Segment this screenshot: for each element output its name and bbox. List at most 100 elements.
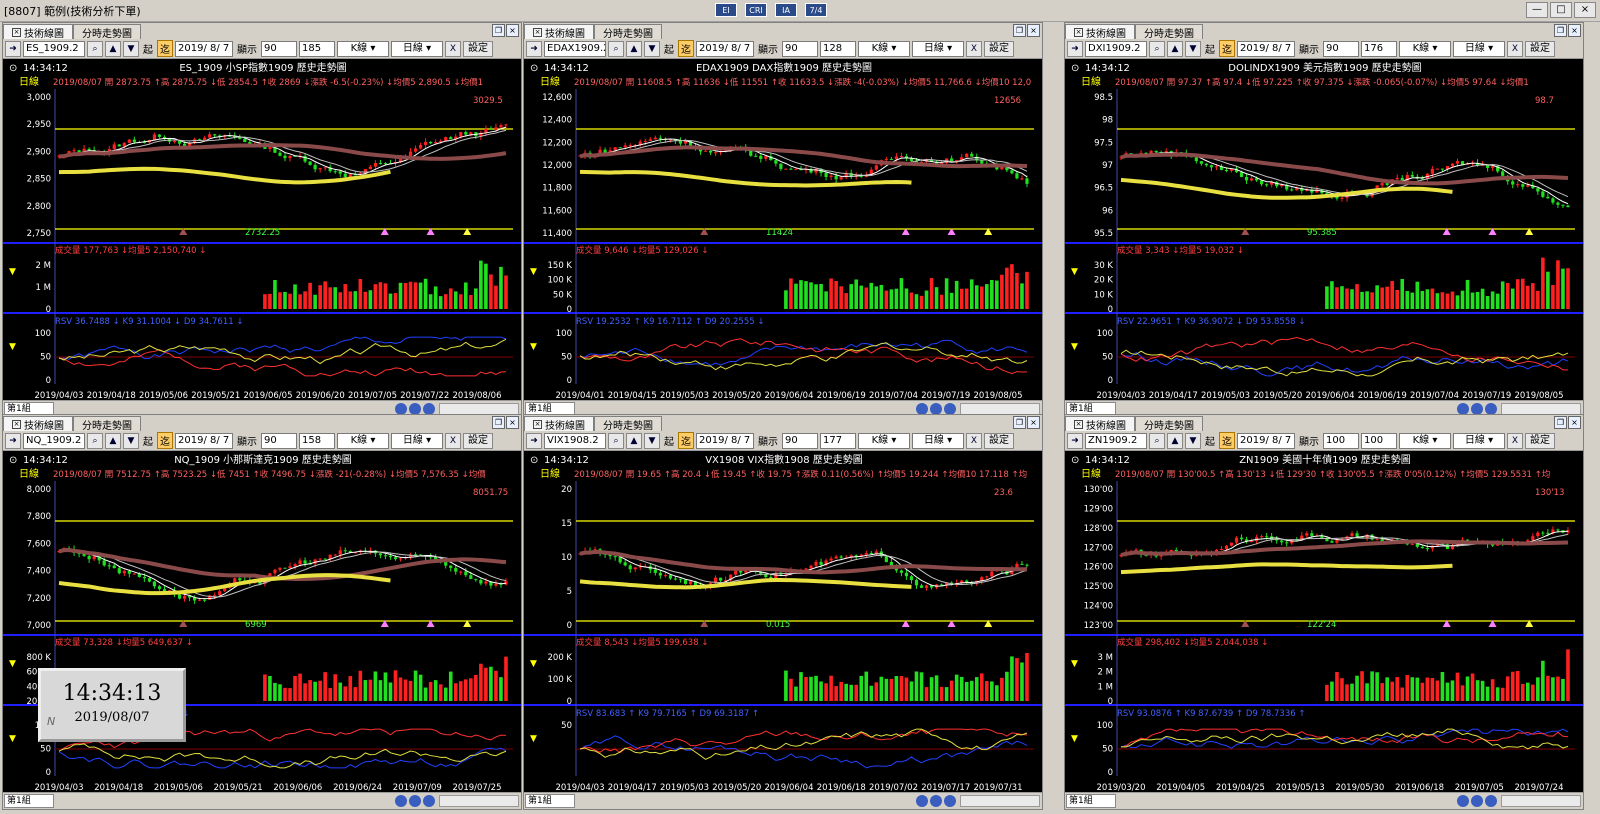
excel-icon[interactable]: X	[1507, 432, 1523, 449]
symbol-field[interactable]: NQ_1909.2	[23, 432, 85, 449]
close-button[interactable]: ×	[1574, 2, 1596, 18]
mini-button-4[interactable]: 7/4	[805, 3, 827, 17]
technical-chart[interactable]: 14:34:12 VX1908 VIX指數1908 歷史走勢圖日線 2019/08/…	[524, 451, 1043, 794]
compare-label[interactable]: 迄	[1219, 40, 1235, 57]
date-field[interactable]: 2019/ 8/ 7	[1237, 40, 1295, 57]
arrow-right-icon[interactable]: ➜	[1067, 432, 1083, 449]
tab-technical[interactable]: × 技術線圖	[3, 416, 73, 432]
close-icon[interactable]: ×	[1568, 416, 1581, 429]
count-field-b[interactable]: 185	[299, 40, 335, 57]
close-icon[interactable]: ×	[506, 416, 519, 429]
search-icon[interactable]: ⌕	[87, 40, 103, 57]
compare-label[interactable]: 迄	[157, 40, 173, 57]
zoom-out-icon[interactable]	[423, 795, 435, 807]
zoom-in-icon[interactable]	[409, 795, 421, 807]
group-select[interactable]: 第1組	[4, 794, 54, 808]
settings-button[interactable]: 設定	[463, 432, 493, 449]
arrow-up-icon[interactable]: ▲	[1167, 40, 1183, 57]
zoom-reset-icon[interactable]	[1457, 795, 1469, 807]
period-select[interactable]: 日線 ▾	[391, 432, 443, 449]
tab-intraday[interactable]: 分時走勢圖	[1135, 416, 1203, 432]
arrow-down-icon[interactable]: ▼	[1185, 432, 1201, 449]
period-select[interactable]: 日線 ▾	[1453, 432, 1505, 449]
arrow-up-icon[interactable]: ▲	[626, 40, 642, 57]
technical-chart[interactable]: 14:34:12 ZN1909 美國十年債1909 歷史走勢圖日線 2019/08/…	[1065, 451, 1584, 794]
arrow-up-icon[interactable]: ▲	[105, 432, 121, 449]
group-select[interactable]: 第1組	[525, 794, 575, 808]
close-icon[interactable]: ×	[506, 24, 519, 37]
count-field-a[interactable]: 90	[782, 432, 818, 449]
search-icon[interactable]: ⌕	[87, 432, 103, 449]
jump-label[interactable]: 起	[141, 41, 155, 56]
period-select[interactable]: 日線 ▾	[391, 40, 443, 57]
chart-area[interactable]: 14:34:12 EDAX1909 DAX指數1909 歷史走勢圖 日線 2019/0…	[524, 59, 1042, 402]
settings-button[interactable]: 設定	[463, 40, 493, 57]
period-select[interactable]: 日線 ▾	[912, 432, 964, 449]
close-icon[interactable]: ×	[1074, 28, 1083, 37]
search-icon[interactable]: ⌕	[1149, 432, 1165, 449]
search-icon[interactable]: ⌕	[1149, 40, 1165, 57]
kline-select[interactable]: K線 ▾	[1399, 40, 1451, 57]
arrow-right-icon[interactable]: ➜	[5, 432, 21, 449]
restore-icon[interactable]: ❐	[1013, 24, 1026, 37]
jump-label[interactable]: 起	[662, 433, 676, 448]
arrow-down-icon[interactable]: ▼	[123, 40, 139, 57]
technical-chart[interactable]: 14:34:12 DOLINDX1909 美元指數1909 歷史走勢圖日線 2019…	[1065, 59, 1584, 402]
date-field[interactable]: 2019/ 8/ 7	[175, 40, 233, 57]
jump-label[interactable]: 起	[1203, 433, 1217, 448]
zoom-reset-icon[interactable]	[395, 795, 407, 807]
group-select[interactable]: 第1組	[1066, 794, 1116, 808]
excel-icon[interactable]: X	[1507, 40, 1523, 57]
tab-intraday[interactable]: 分時走勢圖	[594, 24, 662, 40]
symbol-field[interactable]: VIX1908.2	[544, 432, 606, 449]
restore-icon[interactable]: ❐	[492, 416, 505, 429]
tab-intraday[interactable]: 分時走勢圖	[594, 416, 662, 432]
arrow-down-icon[interactable]: ▼	[644, 40, 660, 57]
mini-button-1[interactable]: EI	[715, 3, 737, 17]
restore-icon[interactable]: ❐	[1554, 24, 1567, 37]
tab-intraday[interactable]: 分時走勢圖	[1135, 24, 1203, 40]
zoom-in-icon[interactable]	[1471, 795, 1483, 807]
restore-icon[interactable]: ❐	[492, 24, 505, 37]
chart-area[interactable]: 14:34:12 DOLINDX1909 美元指數1909 歷史走勢圖 日線 2019…	[1065, 59, 1583, 402]
arrow-right-icon[interactable]: ➜	[1067, 40, 1083, 57]
minimize-button[interactable]: —	[1526, 2, 1548, 18]
kline-select[interactable]: K線 ▾	[858, 432, 910, 449]
chart-area[interactable]: 14:34:12 ZN1909 美國十年債1909 歷史走勢圖 日線 2019/08/…	[1065, 451, 1583, 794]
excel-icon[interactable]: X	[966, 432, 982, 449]
tab-intraday[interactable]: 分時走勢圖	[73, 24, 141, 40]
tab-technical[interactable]: × 技術線圖	[3, 24, 73, 40]
close-icon[interactable]: ×	[12, 420, 21, 429]
count-field-b[interactable]: 177	[820, 432, 856, 449]
jump-label[interactable]: 起	[1203, 41, 1217, 56]
kline-select[interactable]: K線 ▾	[337, 40, 389, 57]
excel-icon[interactable]: X	[966, 40, 982, 57]
zoom-out-icon[interactable]	[1485, 795, 1497, 807]
search-icon[interactable]: ⌕	[608, 432, 624, 449]
horizontal-scrollbar[interactable]	[960, 795, 1040, 807]
symbol-field[interactable]: EDAX1909.2	[544, 40, 606, 57]
search-icon[interactable]: ⌕	[608, 40, 624, 57]
count-field-b[interactable]: 100	[1361, 432, 1397, 449]
symbol-field[interactable]: DXI1909.2	[1085, 40, 1147, 57]
tab-intraday[interactable]: 分時走勢圖	[73, 416, 141, 432]
close-icon[interactable]: ×	[533, 28, 542, 37]
count-field-a[interactable]: 90	[261, 432, 297, 449]
kline-select[interactable]: K線 ▾	[337, 432, 389, 449]
chart-area[interactable]: 14:34:12 NQ_1909 小那斯達克1909 歷史走勢圖 日線 2019/08…	[3, 451, 521, 794]
close-icon[interactable]: ×	[12, 28, 21, 37]
date-field[interactable]: 2019/ 8/ 7	[696, 40, 754, 57]
count-field-b[interactable]: 176	[1361, 40, 1397, 57]
symbol-field[interactable]: ZN1909.2	[1085, 432, 1147, 449]
jump-label[interactable]: 起	[141, 433, 155, 448]
mini-button-3[interactable]: IA	[775, 3, 797, 17]
tab-technical[interactable]: × 技術線圖	[1065, 24, 1135, 40]
arrow-up-icon[interactable]: ▲	[105, 40, 121, 57]
symbol-field[interactable]: ES_1909.2	[23, 40, 85, 57]
count-field-a[interactable]: 90	[1323, 40, 1359, 57]
count-field-b[interactable]: 128	[820, 40, 856, 57]
settings-button[interactable]: 設定	[984, 40, 1014, 57]
clock-widget[interactable]: 14:34:13 2019/08/07 N	[38, 668, 186, 742]
arrow-right-icon[interactable]: ➜	[5, 40, 21, 57]
period-select[interactable]: 日線 ▾	[912, 40, 964, 57]
